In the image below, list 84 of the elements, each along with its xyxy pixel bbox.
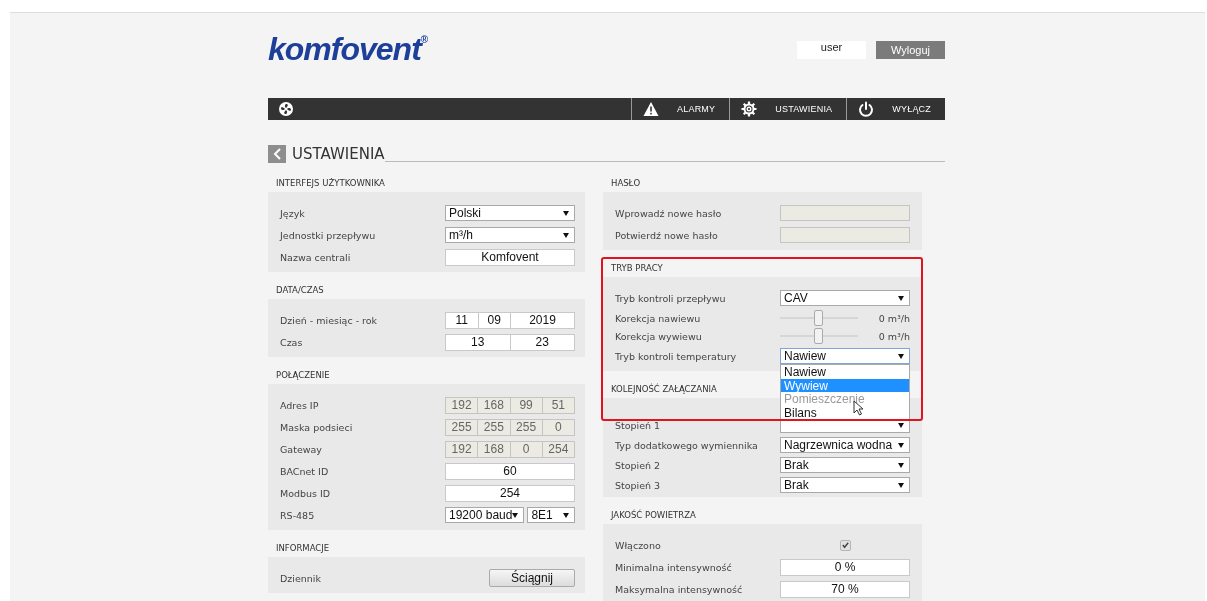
page-title: USTAWIENIA [292,145,385,163]
input-field[interactable]: 60 [445,462,575,480]
caret-icon [563,210,569,216]
field-label: Maska podsieci [280,421,353,433]
power-icon [858,101,875,117]
caret-icon [563,232,569,238]
logout-button[interactable]: Wyloguj [876,41,945,59]
warning-icon [643,101,660,117]
field-label: Czas [280,336,303,348]
field-label: Stopień 2 [615,459,661,471]
field-label: Dzień - miesiąc - rok [280,314,378,326]
dropdown[interactable]: 19200 baud [445,507,525,523]
input-field[interactable]: 23 [509,333,575,351]
field-label: Wprowadź nowe hasło [615,207,722,219]
field-label: Korekcja nawiewu [615,312,701,324]
field-label: Typ dodatkowego wymiennika [615,439,758,451]
input-field[interactable]: 09 [477,311,511,329]
dropdown[interactable]: Nagrzewnica wodna [780,437,910,453]
dropdown[interactable]: 8E1 [527,507,575,523]
section-title: DATA/CZAS [275,284,324,297]
input-field[interactable]: 70 % [780,580,910,598]
nav-item[interactable]: ALARMY [631,98,730,120]
field-label: Stopień 3 [615,479,661,491]
input-field[interactable]: 13 [445,333,511,351]
field-label: Maksymalna intensywność [615,583,743,595]
password-field[interactable] [780,205,910,221]
slider-value: 0 m³/h [877,312,910,324]
caret-icon [898,353,904,359]
field-label: Adres IP [280,399,319,411]
section-title: JAKOŚĆ POWIETRZA [609,508,696,522]
dropdown[interactable]: Nawiew [780,348,910,364]
input-field[interactable]: Komfovent [445,248,575,266]
caret-icon [898,462,904,468]
section-title: INFORMACJE [275,542,330,555]
caret-icon [898,482,904,488]
gear-icon [741,101,758,117]
caret-icon [898,442,904,448]
field-label: Język [280,207,305,219]
back-button[interactable] [268,145,286,163]
input-field[interactable]: 11 [445,311,479,329]
field-label: Potwierdź nowe hasło [615,229,718,241]
slider-value: 0 m³/h [877,330,910,342]
caret-icon [898,422,904,428]
section-title: HASŁO [610,177,641,190]
field-label: Gateway [280,443,322,455]
field-label: BACnet ID [280,465,329,477]
password-field[interactable] [780,227,910,243]
dropdown[interactable]: Brak [780,457,910,473]
field-label: Stopień 1 [615,419,661,431]
caret-icon [563,512,569,518]
field-label: RS-485 [280,509,315,521]
field-label: Minimalna intensywność [615,561,732,573]
dropdown[interactable]: Brak [780,477,910,493]
chevron-left-icon [272,147,282,161]
field-label: Tryb kontroli przepływu [615,292,726,304]
slider-thumb[interactable] [814,310,823,326]
input-field[interactable]: 2019 [510,311,575,329]
dropdown[interactable]: m³/h [445,227,575,243]
dropdown[interactable]: Polski [445,205,575,221]
field-label: Dziennik [280,572,321,584]
section-title: TRYB PRACY [610,262,663,275]
logo: komfovent$^{®}$ [268,33,428,65]
dropdown-option[interactable]: Nawiew [781,365,909,379]
user-name: user [797,41,866,59]
section-title: INTERFEJS UŻYTKOWNIKA [275,177,385,190]
nav-item[interactable]: WYŁĄCZ [846,98,945,120]
dropdown[interactable]: CAV [780,290,910,306]
field-label: Nazwa centrali [280,251,351,263]
field-label: Tryb kontroli temperatury [615,350,737,362]
download-button[interactable]: Ściągnij [489,569,575,587]
input-field[interactable]: 254 [445,484,575,502]
section-title: KOLEJNOŚĆ ZAŁĄCZANIA [610,382,717,396]
field-label: Korekcja wywiewu [615,330,702,342]
field-label: Włączono [615,539,661,551]
checkmark-icon [840,540,850,550]
caret-icon [898,295,904,301]
field-label: Modbus ID [280,487,331,499]
fan-icon [278,101,294,117]
field-label: Jednostki przepływu [280,229,376,241]
section-title: POŁĄCZENIE [275,369,330,382]
nav-item[interactable]: USTAWIENIA [729,98,847,120]
input-field[interactable]: 0 % [780,558,910,576]
slider-thumb[interactable] [814,328,823,344]
caret-icon [512,512,519,518]
